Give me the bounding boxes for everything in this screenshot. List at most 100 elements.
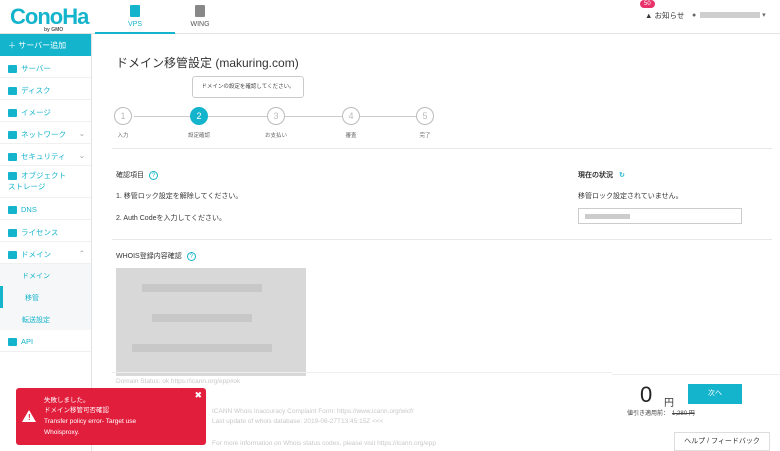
step-4: 4 bbox=[342, 107, 360, 125]
license-icon bbox=[8, 229, 17, 238]
add-server-button[interactable]: ＋ サーバー追加 bbox=[0, 34, 91, 56]
sidebar-item-disk[interactable]: ディスク bbox=[0, 78, 91, 100]
whois-header: WHOIS登録内容確認? bbox=[116, 251, 196, 261]
sidebar-item-label: ライセンス bbox=[21, 228, 59, 237]
server-icon bbox=[8, 65, 17, 74]
status-text: 移管ロック設定されていません。 bbox=[578, 193, 683, 200]
sidebar-item-label: ドメイン bbox=[21, 250, 51, 259]
top-bar: ConoHa by GMO VPS WING 50 ▲ お知らせ ● ▾ bbox=[0, 0, 780, 34]
price-unit: 円 bbox=[664, 398, 674, 409]
whois-line: ICANN Whois Inaccuracy Complaint Form: h… bbox=[212, 408, 414, 415]
notice-button[interactable]: ▲ お知らせ bbox=[645, 10, 684, 21]
error-line: Whoisproxy. bbox=[44, 429, 80, 436]
old-price: 1,280 円 bbox=[672, 411, 695, 417]
whois-pixel-block bbox=[152, 314, 252, 322]
api-icon bbox=[8, 338, 17, 347]
sidebar-item-network[interactable]: ネットワーク ⌄ bbox=[0, 122, 91, 144]
sidebar-item-label: ネットワーク bbox=[21, 130, 66, 139]
tab-label: VPS bbox=[127, 21, 142, 28]
chevron-down-icon: ⌄ bbox=[78, 151, 85, 160]
whois-line: Last update of whois database: 2019-06-2… bbox=[212, 418, 384, 425]
sidebar-item-security[interactable]: セキュリティ ⌄ bbox=[0, 144, 91, 166]
step-2: 2 bbox=[190, 107, 208, 125]
check-header: 確認項目? bbox=[116, 170, 158, 180]
status-header-text: 現在の状況 bbox=[578, 172, 613, 179]
sidebar-item-label: サーバー bbox=[21, 64, 51, 73]
check-item-2: 2. Auth Codeを入力してください。 bbox=[116, 215, 227, 222]
step-5: 5 bbox=[416, 107, 434, 125]
refresh-icon[interactable]: ↻ bbox=[619, 172, 625, 179]
sidebar-item-label: ディスク bbox=[21, 86, 51, 95]
step-1: 1 bbox=[114, 107, 132, 125]
add-label: サーバー追加 bbox=[18, 41, 67, 50]
discount-info: 値引き適用前： 1,280 円 bbox=[627, 408, 695, 417]
sidebar-item-dns[interactable]: DNS bbox=[0, 198, 91, 220]
error-toast: ! ✖ 失敗しました。 ドメイン移管可否確認 Transfer policy e… bbox=[16, 388, 206, 445]
bell-icon: ▲ bbox=[645, 11, 655, 20]
warning-icon: ! bbox=[22, 410, 36, 422]
sidebar-item-server[interactable]: サーバー bbox=[0, 56, 91, 78]
globe-icon bbox=[8, 206, 17, 215]
tab-label: WING bbox=[190, 21, 210, 28]
domain-icon bbox=[8, 251, 17, 260]
sidebar-item-image[interactable]: イメージ bbox=[0, 100, 91, 122]
divider bbox=[112, 148, 772, 149]
help-icon[interactable]: ? bbox=[186, 252, 196, 261]
whois-pixel-block bbox=[142, 284, 262, 292]
image-icon bbox=[8, 109, 17, 118]
sidebar-item-label: イメージ bbox=[21, 108, 51, 117]
whois-line: For more information on Whois status cod… bbox=[212, 440, 436, 447]
user-menu[interactable]: ● ▾ bbox=[692, 11, 766, 19]
price-amount: 0 bbox=[640, 382, 653, 407]
tab-wing[interactable]: WING bbox=[160, 0, 240, 34]
help-feedback-button[interactable]: ヘルプ / フィードバック bbox=[674, 432, 770, 451]
sidebar-item-object-storage[interactable]: オブジェクト ストレージ bbox=[0, 166, 91, 198]
step-label: 完了 bbox=[419, 133, 431, 139]
close-icon[interactable]: ✖ bbox=[194, 390, 202, 401]
divider bbox=[112, 239, 772, 240]
logo-sub: by GMO bbox=[44, 27, 64, 33]
step-label: 入力 bbox=[117, 133, 129, 139]
sidebar-item-license[interactable]: ライセンス bbox=[0, 220, 91, 242]
check-item-1: 1. 移管ロック設定を解除してください。 bbox=[116, 193, 243, 200]
sidebar-subitem-domain[interactable]: ドメイン bbox=[0, 264, 91, 286]
sidebar-subitem-transfer[interactable]: 移管 bbox=[0, 286, 91, 308]
sidebar-item-label: セキュリティ bbox=[21, 152, 66, 161]
status-header: 現在の状況 ↻ bbox=[578, 170, 625, 180]
error-line: 失敗しました。 bbox=[44, 397, 90, 404]
step-3: 3 bbox=[267, 107, 285, 125]
step-tooltip: ドメインの設定を確認してください。 bbox=[192, 76, 304, 98]
next-button[interactable]: 次へ bbox=[688, 384, 742, 404]
auth-code-input[interactable] bbox=[578, 208, 742, 224]
sidebar-item-domain[interactable]: ドメイン ⌃ bbox=[0, 242, 91, 264]
discount-label: 値引き適用前： bbox=[627, 411, 670, 417]
chevron-down-icon: ⌄ bbox=[78, 129, 85, 138]
whois-pixel-block bbox=[132, 344, 272, 352]
storage-icon bbox=[8, 172, 17, 181]
logo-text: ConoHa bbox=[10, 4, 89, 29]
sidebar-item-label: API bbox=[21, 337, 34, 346]
help-icon[interactable]: ? bbox=[149, 171, 158, 180]
wing-icon bbox=[195, 5, 205, 17]
sidebar-item-label: DNS bbox=[21, 205, 37, 214]
sidebar-subitem-forwarding[interactable]: 転送設定 bbox=[0, 308, 91, 330]
step-label: 設定確認 bbox=[187, 133, 210, 139]
plus-icon: ＋ bbox=[8, 41, 19, 50]
step-label: 審査 bbox=[345, 133, 357, 139]
conoha-logo[interactable]: ConoHa by GMO bbox=[10, 4, 89, 33]
network-icon bbox=[8, 131, 17, 140]
error-line: ドメイン移管可否確認 bbox=[44, 407, 109, 414]
notice-badge: 50 bbox=[640, 0, 655, 8]
step-label: お支払い bbox=[264, 133, 287, 139]
chevron-up-icon: ⌃ bbox=[78, 249, 85, 258]
page-title: ドメイン移管設定 (makuring.com) bbox=[116, 56, 299, 70]
divider bbox=[112, 372, 612, 373]
sidebar-item-api[interactable]: API bbox=[0, 330, 91, 352]
user-name-blurred bbox=[700, 12, 761, 19]
notice-label: お知らせ bbox=[654, 11, 685, 20]
check-header-text: 確認項目 bbox=[116, 172, 144, 179]
user-icon: ● bbox=[692, 12, 697, 19]
whois-title: WHOIS登録内容確認 bbox=[116, 253, 182, 260]
error-line: Transfer policy error- Target use bbox=[44, 418, 137, 425]
auth-code-blurred bbox=[585, 214, 630, 219]
